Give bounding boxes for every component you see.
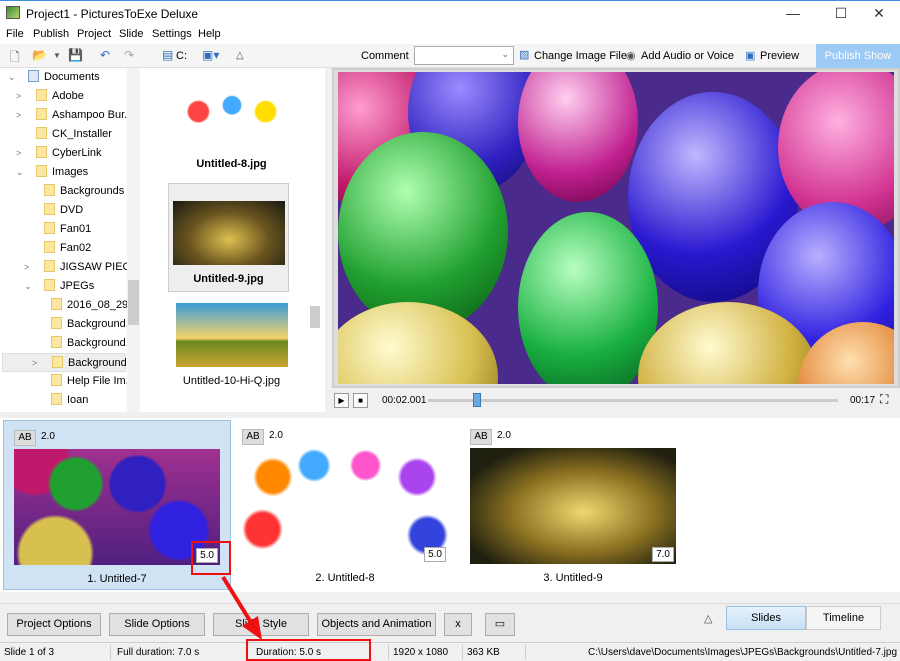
annotation-arrow <box>221 575 262 640</box>
